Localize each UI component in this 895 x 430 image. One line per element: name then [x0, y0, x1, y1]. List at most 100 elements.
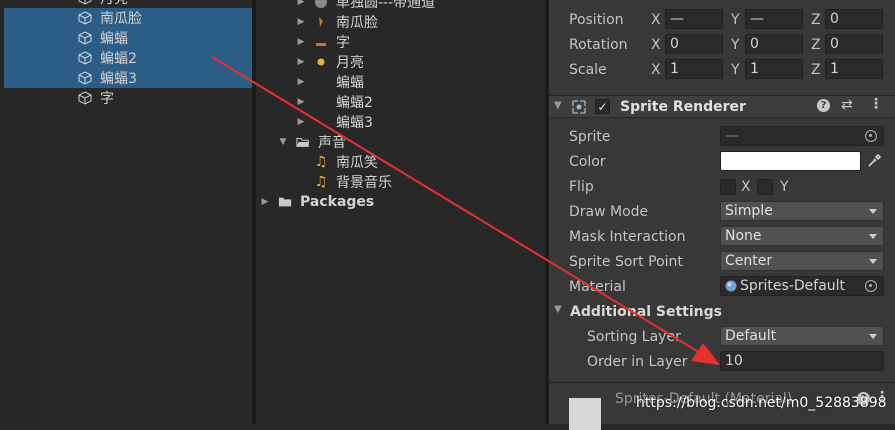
collapse-arrow-icon[interactable]: ▼	[278, 137, 288, 147]
project-folder-label: 声音	[318, 135, 346, 151]
dropdown-caret-icon	[869, 258, 877, 264]
draw-mode-dropdown[interactable]: Simple	[720, 201, 884, 221]
project-packages[interactable]: ▶ Packages	[260, 192, 375, 212]
expand-arrow-icon[interactable]: ▶	[296, 37, 306, 47]
scale-z-field[interactable]: 1	[825, 59, 883, 79]
object-picker-icon[interactable]	[865, 130, 877, 142]
axis-x-label: X	[651, 37, 661, 53]
axis-y-label: Y	[731, 62, 740, 78]
axis-z-label: Z	[811, 62, 821, 78]
sorting-layer-dropdown[interactable]: Default	[720, 326, 884, 346]
hierarchy-item[interactable]: 蝙蝠2	[78, 48, 137, 68]
rotation-y-field[interactable]: 0	[745, 34, 803, 54]
fold-arrow-icon[interactable]: ▼	[554, 100, 562, 111]
material-field[interactable]: Sprites-Default	[720, 276, 884, 296]
material-label: Material	[569, 279, 626, 295]
component-enabled-checkbox[interactable]: ✓	[595, 99, 610, 114]
flip-y-checkbox[interactable]	[757, 179, 773, 195]
project-item[interactable]: ▶ 南瓜脸	[296, 12, 378, 32]
dropdown-caret-icon	[869, 333, 877, 339]
audio-icon: ♫	[314, 154, 328, 170]
draw-mode-label: Draw Mode	[569, 204, 649, 220]
sorting-layer-label: Sorting Layer	[587, 329, 681, 345]
axis-z-label: Z	[811, 12, 821, 28]
hierarchy-item[interactable]: 月亮	[78, 0, 128, 8]
expand-arrow-icon[interactable]: ▶	[296, 17, 306, 27]
order-in-layer-field[interactable]: 10	[720, 351, 884, 371]
sprite-field-value: —	[725, 128, 739, 144]
rotation-x-field[interactable]: 0	[665, 34, 723, 54]
flip-x-checkbox[interactable]	[720, 179, 736, 195]
project-item[interactable]: ▶ 月亮	[296, 52, 364, 72]
mask-interaction-value: None	[725, 228, 762, 244]
sprite-label: Sprite	[569, 129, 611, 145]
preset-icon[interactable]: ⇄	[841, 97, 853, 113]
project-item[interactable]: ▶ 单独圆---带通道	[296, 0, 435, 12]
scale-label: Scale	[569, 62, 607, 78]
position-z-field[interactable]: 0	[825, 9, 883, 29]
project-item[interactable]: ▶ 蝙蝠	[296, 72, 364, 92]
hierarchy-item-label: 蝙蝠2	[100, 51, 137, 67]
expand-arrow-icon[interactable]: ▶	[296, 57, 306, 67]
project-item-label: 蝙蝠2	[336, 95, 373, 111]
hierarchy-item-label: 字	[100, 91, 114, 107]
material-field-value: Sprites-Default	[740, 278, 846, 294]
dropdown-caret-icon	[869, 208, 877, 214]
hierarchy-item-label: 月亮	[100, 0, 128, 8]
axis-y-label: Y	[731, 12, 740, 28]
folder-icon	[278, 195, 292, 209]
hierarchy-item[interactable]: 字	[78, 88, 114, 108]
scale-y-field[interactable]: 1	[745, 59, 803, 79]
project-item[interactable]: ♫ 南瓜笑	[314, 152, 378, 172]
more-menu-icon[interactable]: ⋮	[869, 96, 883, 112]
expand-arrow-icon[interactable]: ▶	[296, 117, 306, 127]
help-icon[interactable]: ?	[817, 99, 830, 112]
project-item[interactable]: ▶ 字	[296, 32, 350, 52]
sprite-field[interactable]: —	[720, 126, 884, 146]
project-item-label: 字	[336, 35, 350, 51]
mask-interaction-dropdown[interactable]: None	[720, 226, 884, 246]
expand-arrow-icon[interactable]: ▶	[296, 97, 306, 107]
color-swatch[interactable]	[720, 151, 861, 171]
gameobject-cube-icon	[78, 71, 92, 85]
hierarchy-item-label: 蝙蝠	[100, 31, 128, 47]
additional-settings-foldout[interactable]: Additional Settings	[570, 302, 722, 322]
project-item[interactable]: ▶ 蝙蝠3	[296, 112, 373, 132]
rotation-z-field[interactable]: 0	[825, 34, 883, 54]
axis-x-label: X	[651, 12, 661, 28]
gameobject-cube-icon	[78, 31, 92, 45]
gameobject-cube-icon	[78, 91, 92, 105]
project-item-label: 蝙蝠3	[336, 115, 373, 131]
expand-arrow-icon[interactable]: ▶	[260, 197, 270, 207]
position-y-field[interactable]: —	[745, 9, 803, 29]
sprite-sort-point-dropdown[interactable]: Center	[720, 251, 884, 271]
position-x-field[interactable]: —	[665, 9, 723, 29]
eyedropper-icon[interactable]	[865, 152, 883, 170]
position-label: Position	[569, 12, 624, 28]
sprite-icon	[314, 15, 328, 29]
sprite-sort-point-label: Sprite Sort Point	[569, 254, 683, 270]
hierarchy-panel: 月亮 南瓜脸 蝙蝠 蝙蝠2 蝙蝠3 字	[0, 0, 256, 424]
axis-x-label: X	[651, 62, 661, 78]
expand-arrow-icon[interactable]: ▶	[296, 0, 306, 7]
color-label: Color	[569, 154, 606, 170]
project-item[interactable]: ▶ 蝙蝠2	[296, 92, 373, 112]
hierarchy-item[interactable]: 蝙蝠3	[78, 68, 137, 88]
sprite-icon	[314, 35, 328, 49]
scale-x-field[interactable]: 1	[665, 59, 723, 79]
object-picker-icon[interactable]	[865, 280, 877, 292]
hierarchy-item[interactable]: 蝙蝠	[78, 28, 128, 48]
material-preview-thumbnail	[569, 398, 601, 430]
sprite-icon	[314, 115, 328, 129]
gameobject-cube-icon	[78, 11, 92, 25]
project-item[interactable]: ♫ 背景音乐	[314, 172, 392, 192]
dropdown-caret-icon	[869, 233, 877, 239]
expand-arrow-icon[interactable]: ▶	[296, 77, 306, 87]
project-item-label: 背景音乐	[336, 175, 392, 191]
fold-arrow-icon[interactable]: ▼	[554, 304, 562, 315]
open-folder-icon	[296, 135, 310, 149]
hierarchy-item[interactable]: 南瓜脸	[78, 8, 142, 28]
sprite-renderer-header[interactable]: ▼ ✓ Sprite Renderer ? ⇄ ⋮	[549, 95, 895, 118]
project-folder-sound[interactable]: ▼ 声音	[278, 132, 346, 152]
section-divider	[549, 382, 895, 383]
